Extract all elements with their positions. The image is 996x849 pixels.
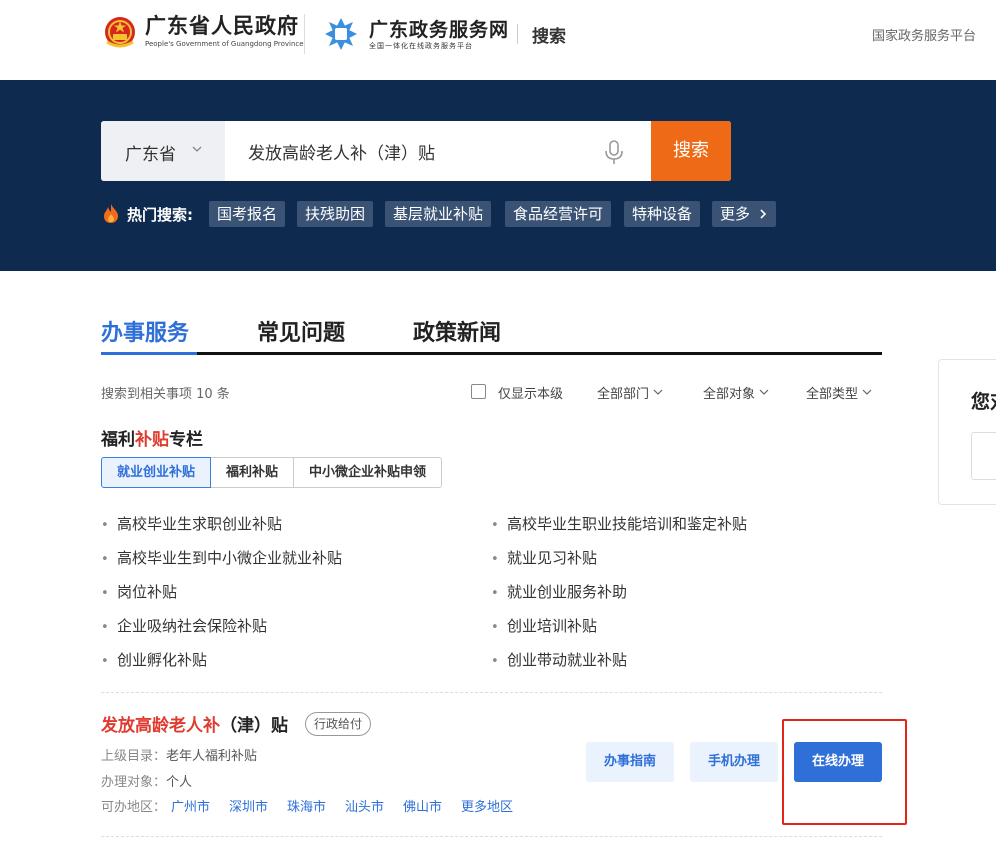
- welfare-title-suffix: 专栏: [169, 430, 203, 450]
- result-title-rest: （津）贴: [220, 716, 288, 736]
- department-filter-label: 全部部门: [597, 387, 650, 402]
- result-count: 搜索到相关事项 10 条: [101, 387, 230, 402]
- tab-policy-news[interactable]: 政策新闻: [413, 315, 501, 347]
- list-item[interactable]: 高校毕业生求职创业补贴: [101, 513, 342, 547]
- side-card: 您对: [938, 359, 996, 505]
- highlight-annotation-box: [782, 719, 907, 825]
- header-divider: [517, 24, 518, 44]
- subtab-sme-subsidy[interactable]: 中小微企业补贴申领: [293, 457, 443, 488]
- service-subtitle: 全国一体化在线政务服务平台: [369, 42, 473, 50]
- tab-active-indicator: [101, 352, 197, 355]
- chevron-down-icon: [192, 146, 202, 152]
- search-banner: 广东省 发放高龄老人补（津）贴 搜索 热门搜索: 国考报名 扶残助困 基层就业补…: [0, 80, 996, 271]
- only-this-level-checkbox[interactable]: [471, 384, 486, 399]
- national-emblem-icon[interactable]: [103, 14, 137, 50]
- search-button[interactable]: 搜索: [651, 121, 731, 181]
- search-box: 广东省 发放高龄老人补（津）贴 搜索: [101, 121, 731, 181]
- chevron-down-icon: [862, 389, 872, 395]
- region-link[interactable]: 佛山市: [403, 796, 442, 815]
- gov-subtitle: People's Government of Guangdong Provinc…: [145, 40, 304, 48]
- region-link[interactable]: 汕头市: [345, 796, 384, 815]
- result-target: 办理对象：个人: [101, 771, 192, 790]
- region-link[interactable]: 珠海市: [287, 796, 326, 815]
- chevron-down-icon: [759, 389, 769, 395]
- type-filter[interactable]: 全部类型: [806, 383, 872, 402]
- more-tags-button[interactable]: 更多: [712, 201, 777, 227]
- parent-dir-label: 上级目录：: [101, 749, 167, 764]
- microphone-icon[interactable]: [603, 139, 625, 165]
- header-search-label: 搜索: [532, 27, 566, 47]
- subsidy-list-right: 高校毕业生职业技能培训和鉴定补贴 就业见习补贴 就业创业服务补助 创业培训补贴 …: [491, 513, 747, 683]
- type-filter-label: 全部类型: [806, 387, 859, 402]
- more-label: 更多: [720, 205, 751, 223]
- subsidy-list-left: 高校毕业生求职创业补贴 高校毕业生到中小微企业就业补贴 岗位补贴 企业吸纳社会保…: [101, 513, 342, 683]
- target-filter[interactable]: 全部对象: [703, 383, 769, 402]
- more-regions-link[interactable]: 更多地区: [461, 796, 513, 815]
- list-item[interactable]: 企业吸纳社会保险补贴: [101, 615, 342, 649]
- target-value: 个人: [166, 775, 193, 790]
- flame-icon: [104, 204, 118, 223]
- side-card-input[interactable]: [971, 432, 996, 480]
- gov-title[interactable]: 广东省人民政府: [145, 10, 299, 40]
- region-select[interactable]: 广东省: [101, 121, 225, 181]
- divider: [101, 836, 882, 837]
- tab-services[interactable]: 办事服务: [101, 315, 189, 347]
- result-regions-label: 可办地区：: [101, 800, 167, 815]
- list-item[interactable]: 创业带动就业补贴: [491, 649, 747, 683]
- hot-tag[interactable]: 基层就业补贴: [385, 201, 492, 227]
- only-this-level-label[interactable]: 仅显示本级: [498, 383, 563, 402]
- result-title-highlight: 发放高龄老人补: [101, 716, 220, 736]
- hot-tag[interactable]: 特种设备: [624, 201, 701, 227]
- subtab-welfare-subsidy[interactable]: 福利补贴: [210, 457, 295, 488]
- region-label: 广东省: [125, 145, 176, 165]
- target-filter-label: 全部对象: [703, 387, 756, 402]
- list-item[interactable]: 就业创业服务补助: [491, 581, 747, 615]
- service-title[interactable]: 广东政务服务网: [369, 15, 509, 42]
- header-divider: [304, 14, 305, 54]
- chevron-right-icon: [760, 209, 767, 219]
- welfare-column-title: 福利补贴专栏: [101, 425, 203, 450]
- hot-tag[interactable]: 扶残助困: [297, 201, 374, 227]
- parent-dir-value: 老年人福利补贴: [166, 749, 258, 764]
- search-input[interactable]: 发放高龄老人补（津）贴: [248, 139, 435, 164]
- subtab-employment-subsidy[interactable]: 就业创业补贴: [101, 457, 212, 488]
- welfare-title-prefix: 福利: [101, 430, 135, 450]
- hot-tag[interactable]: 食品经营许可: [505, 201, 612, 227]
- tab-faq[interactable]: 常见问题: [257, 315, 345, 347]
- result-type-badge: 行政给付: [305, 712, 372, 736]
- national-platform-link[interactable]: 国家政务服务平台: [872, 25, 976, 44]
- mobile-handle-button[interactable]: 手机办理: [690, 742, 778, 782]
- welfare-subtabs: 就业创业补贴 福利补贴 中小微企业补贴申领: [101, 457, 443, 488]
- list-item[interactable]: 高校毕业生到中小微企业就业补贴: [101, 547, 342, 581]
- department-filter[interactable]: 全部部门: [597, 383, 663, 402]
- region-link[interactable]: 广州市: [171, 796, 210, 815]
- service-logo-icon[interactable]: [323, 16, 359, 52]
- tab-underline: [101, 352, 882, 355]
- guide-button[interactable]: 办事指南: [586, 742, 674, 782]
- side-card-title: 您对: [971, 391, 996, 413]
- list-item[interactable]: 创业培训补贴: [491, 615, 747, 649]
- target-label: 办理对象：: [101, 775, 167, 790]
- result-parent-dir: 上级目录：老年人福利补贴: [101, 745, 257, 764]
- hot-tag[interactable]: 国考报名: [209, 201, 286, 227]
- chevron-down-icon: [653, 389, 663, 395]
- divider: [101, 692, 882, 693]
- hot-search-label: 热门搜索:: [127, 206, 193, 224]
- site-header: 广东省人民政府 People's Government of Guangdong…: [0, 0, 996, 80]
- list-item[interactable]: 就业见习补贴: [491, 547, 747, 581]
- list-item[interactable]: 岗位补贴: [101, 581, 342, 615]
- result-title[interactable]: 发放高龄老人补（津）贴: [101, 711, 288, 736]
- region-link[interactable]: 深圳市: [229, 796, 268, 815]
- list-item[interactable]: 创业孵化补贴: [101, 649, 342, 683]
- welfare-title-highlight: 补贴: [135, 430, 169, 450]
- list-item[interactable]: 高校毕业生职业技能培训和鉴定补贴: [491, 513, 747, 547]
